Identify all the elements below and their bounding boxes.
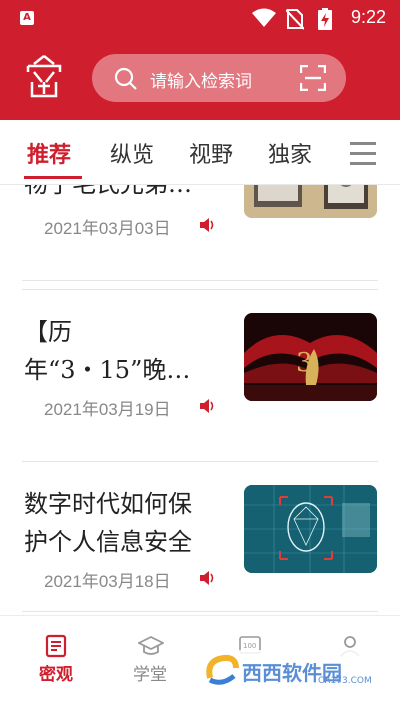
status-bar: A 9:22 xyxy=(0,0,400,36)
scan-icon[interactable] xyxy=(300,65,326,91)
article-title-line1: 数字时代如何保 xyxy=(24,490,192,518)
tab-exclusive[interactable]: 独家 xyxy=(268,137,312,169)
search-bar[interactable]: 请输入检索词 xyxy=(92,54,346,102)
search-icon xyxy=(114,67,137,90)
article-thumbnail xyxy=(244,185,377,218)
divider xyxy=(22,280,378,281)
search-placeholder: 请输入检索词 xyxy=(150,72,252,92)
audio-icon[interactable] xyxy=(198,397,216,415)
tab-overview[interactable]: 纵览 xyxy=(110,137,154,169)
app-notification-icon: A xyxy=(20,11,34,25)
article-title: 物了毛氏兄弟… xyxy=(24,185,224,203)
category-tabs: 推荐 纵览 视野 独家 xyxy=(0,120,400,185)
tab-recommend[interactable]: 推荐 xyxy=(27,137,71,169)
nav-label: 密观 xyxy=(39,665,73,685)
nav-xuetang[interactable]: 学堂 xyxy=(100,616,200,701)
active-tab-indicator xyxy=(24,176,82,179)
article-title-line2: 护个人信息安全 xyxy=(24,528,192,556)
article-thumbnail: 3 xyxy=(244,313,377,401)
article-date: 2021年03月19日 xyxy=(44,400,171,419)
divider xyxy=(22,289,378,290)
article-date: 2021年03月03日 xyxy=(44,219,171,238)
audio-icon[interactable] xyxy=(198,569,216,587)
article-icon xyxy=(45,634,67,658)
article-list: 物了毛氏兄弟… 2021年03月03日 【历 年“3・15”晚… 2021年03… xyxy=(0,185,400,615)
article-title-line1: 【历 xyxy=(24,318,72,346)
no-sim-icon xyxy=(286,9,304,30)
nav-label: 学堂 xyxy=(133,665,167,685)
audio-icon[interactable] xyxy=(198,216,216,234)
menu-icon[interactable] xyxy=(350,142,376,172)
clock: 9:22 xyxy=(350,7,386,27)
tab-vision[interactable]: 视野 xyxy=(189,137,233,169)
seal-logo-icon[interactable] xyxy=(20,52,68,100)
article-title-line2: 年“3・15”晚… xyxy=(24,356,191,384)
battery-charging-icon xyxy=(318,8,332,30)
divider xyxy=(22,611,378,612)
article-thumbnail xyxy=(244,485,377,573)
app-header: 请输入检索词 xyxy=(0,36,400,120)
article-date: 2021年03月18日 xyxy=(44,572,171,591)
graduation-cap-icon xyxy=(138,635,164,655)
watermark-subtext: CR173.COM xyxy=(318,676,372,686)
nav-miguan[interactable]: 密观 xyxy=(6,616,106,701)
divider xyxy=(22,461,378,462)
wifi-icon xyxy=(252,8,276,27)
